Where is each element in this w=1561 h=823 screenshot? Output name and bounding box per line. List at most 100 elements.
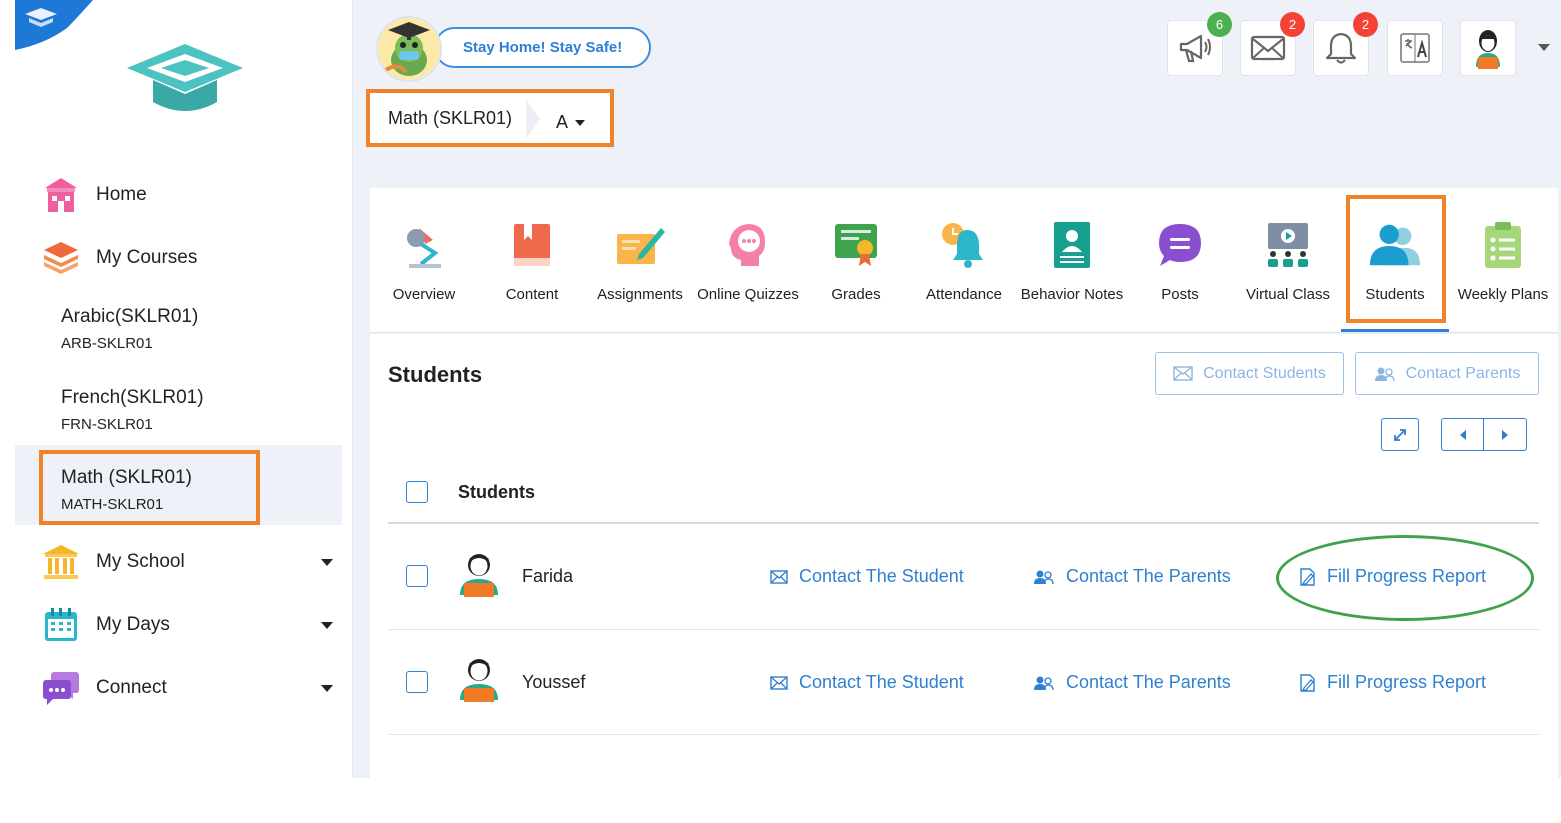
course-section-selector[interactable]: Math (SKLR01) A (366, 89, 614, 147)
home-icon (41, 175, 81, 215)
contact-student-link[interactable]: Contact The Student (770, 672, 964, 693)
row-divider (388, 734, 1539, 735)
contact-student-link[interactable]: Contact The Student (770, 566, 964, 587)
row-checkbox[interactable] (406, 565, 428, 587)
alarm-bell-icon (937, 218, 991, 272)
corner-logo-tab[interactable] (15, 0, 95, 50)
envelope-icon (770, 569, 788, 584)
chevron-down-icon[interactable] (321, 684, 333, 692)
envelope-icon (1250, 35, 1286, 61)
contact-parents-label: Contact The Parents (1066, 672, 1231, 692)
id-badge-icon (1045, 218, 1099, 272)
expand-button[interactable] (1381, 418, 1419, 451)
course-code: ARB-SKLR01 (61, 335, 153, 352)
mascot-avatar (376, 16, 442, 82)
bell-icon (1325, 32, 1357, 64)
selector-divider (526, 99, 540, 139)
contact-parents-button[interactable]: Contact Parents (1355, 352, 1539, 395)
messages-badge: 2 (1280, 12, 1305, 37)
nav-my-courses-label: My Courses (96, 247, 198, 268)
school-logo (127, 44, 243, 111)
course-item-arabic[interactable]: Arabic(SKLR01) ARB-SKLR01 (15, 284, 342, 364)
fill-progress-report-link[interactable]: Fill Progress Report (1298, 672, 1486, 693)
books-icon (41, 238, 81, 278)
pager-buttons (1441, 418, 1527, 451)
notifications-badge: 2 (1353, 12, 1378, 37)
chevron-down-icon[interactable] (575, 120, 585, 126)
contact-student-label: Contact The Student (799, 566, 964, 586)
book-icon (505, 218, 559, 272)
checklist-clipboard-icon (1476, 218, 1530, 272)
previous-button[interactable] (1442, 419, 1485, 450)
contact-parents-label: Contact The Parents (1066, 566, 1231, 586)
language-button[interactable] (1387, 20, 1443, 76)
envelope-icon (770, 675, 788, 690)
tab-label: Online Quizzes (697, 286, 799, 303)
tab-content[interactable]: Content (478, 188, 586, 333)
nav-home[interactable]: Home (15, 170, 353, 220)
expand-arrows-icon (1394, 428, 1406, 441)
tab-assignments[interactable]: Assignments (586, 188, 694, 333)
megaphone-icon (1179, 34, 1211, 63)
parents-icon (1034, 570, 1054, 584)
tab-attendance[interactable]: Attendance (910, 188, 1018, 333)
nav-my-school[interactable]: My School (15, 537, 353, 587)
chevron-down-icon[interactable] (321, 558, 333, 566)
tab-weekly-plans[interactable]: Weekly Plans (1449, 188, 1557, 333)
contact-parents-link[interactable]: Contact The Parents (1033, 566, 1231, 587)
course-name: French(SKLR01) (61, 387, 204, 408)
nav-my-days[interactable]: My Days (15, 600, 353, 650)
chevron-left-icon (1459, 429, 1466, 440)
report-edit-icon (1300, 673, 1315, 692)
user-profile-button[interactable] (1460, 20, 1516, 76)
student-name: Farida (522, 566, 574, 586)
course-item-french[interactable]: French(SKLR01) FRN-SKLR01 (15, 365, 342, 445)
next-button[interactable] (1484, 419, 1526, 450)
tab-behavior-notes[interactable]: Behavior Notes (1018, 188, 1126, 333)
tab-label: Attendance (926, 286, 1002, 303)
announcements-badge: 6 (1207, 12, 1232, 37)
tab-label: Content (505, 286, 559, 303)
selected-course: Math (SKLR01) (388, 108, 513, 128)
contact-students-button[interactable]: Contact Students (1155, 352, 1344, 395)
header-divider (388, 522, 1539, 524)
announcements-button[interactable]: 6 (1167, 12, 1232, 76)
stay-safe-text: Stay Home! Stay Safe! (463, 39, 623, 56)
tab-label: Virtual Class (1246, 286, 1330, 303)
nav-my-courses[interactable]: My Courses (15, 233, 353, 283)
row-checkbox[interactable] (406, 671, 428, 693)
tab-online-quizzes[interactable]: Online Quizzes (694, 188, 802, 333)
tab-label: Overview (392, 286, 456, 303)
course-name: Math (SKLR01) (61, 467, 192, 488)
messages-button[interactable]: 2 (1240, 12, 1305, 76)
profile-chevron-down-icon[interactable] (1538, 44, 1550, 51)
select-all-checkbox[interactable] (406, 481, 428, 503)
pen-paper-icon (613, 218, 667, 272)
course-name: Arabic(SKLR01) (61, 306, 199, 327)
contact-parents-link[interactable]: Contact The Parents (1033, 672, 1231, 693)
translate-icon (1400, 33, 1430, 63)
course-item-math[interactable]: Math (SKLR01) MATH-SKLR01 (15, 445, 342, 525)
tab-label: Behavior Notes (1020, 286, 1124, 303)
tab-overview[interactable]: Overview (370, 188, 478, 333)
stay-safe-banner[interactable]: Stay Home! Stay Safe! (434, 27, 651, 68)
highlight-box (1346, 195, 1446, 323)
parents-icon (1374, 367, 1395, 381)
page-title: Students (388, 362, 483, 387)
desk-lamp-icon (397, 218, 451, 272)
nav-connect[interactable]: Connect (15, 663, 353, 713)
certificate-icon (829, 218, 883, 272)
selected-section[interactable]: A (556, 112, 568, 133)
annotation-ellipse (1276, 535, 1534, 621)
tab-label: Grades (831, 286, 881, 303)
tab-virtual-class[interactable]: Virtual Class (1234, 188, 1342, 333)
chevron-down-icon[interactable] (321, 621, 333, 629)
tab-grades[interactable]: Grades (802, 188, 910, 333)
row-divider (388, 629, 1539, 630)
tab-posts[interactable]: Posts (1126, 188, 1234, 333)
envelope-icon (1173, 366, 1193, 381)
chevron-right-icon (1502, 429, 1508, 440)
school-building-icon (41, 542, 81, 582)
notifications-button[interactable]: 2 (1313, 12, 1378, 76)
parents-icon (1034, 676, 1054, 690)
